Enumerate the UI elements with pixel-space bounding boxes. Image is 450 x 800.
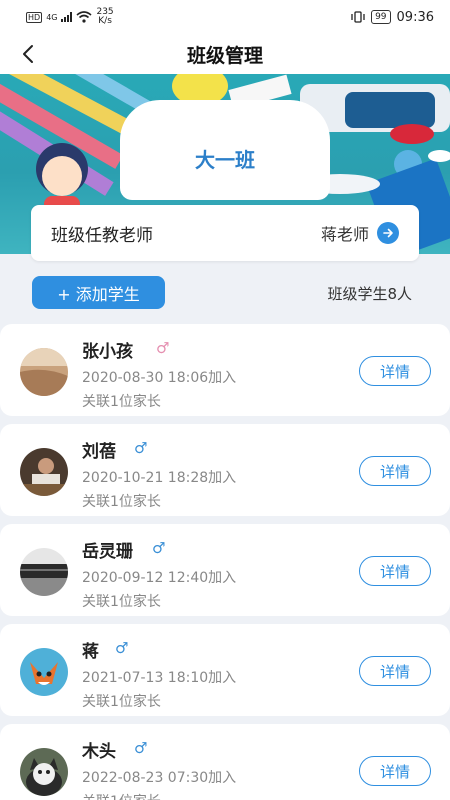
clock: 09:36 [396,9,434,25]
join-date: 2020-10-21 18:28加入 [82,470,237,486]
status-left: HD 4G 235 K/s [26,8,114,26]
net-speed-unit: K/s [98,16,112,26]
nav-bar: 班级管理 [0,34,450,74]
detail-button[interactable]: 详情 [359,656,431,686]
teacher-name: 蒋老师 [320,225,369,244]
detail-button[interactable]: 详情 [359,556,431,586]
join-date: 2021-07-13 18:10加入 [82,670,237,686]
student-name: 张小孩 [82,342,133,362]
battery-icon: 99 [371,10,391,24]
student-card[interactable]: 张小孩 ♂ 2020-08-30 18:06加入 关联1位家长 详情 [0,324,450,416]
signal-icon [61,12,73,22]
student-card[interactable]: 蒋 ♂ 2021-07-13 18:10加入 关联1位家长 详情 [0,624,450,716]
student-count: 班级学生8人 [327,285,412,303]
network-type: 4G [46,12,58,22]
arrow-right-icon[interactable] [377,222,399,244]
teacher-card[interactable]: 班级任教老师 蒋老师 [31,205,419,261]
hd-badge: HD [26,11,43,23]
back-button[interactable] [14,40,42,68]
gender-icon: ♂ [134,439,148,457]
parent-count: 关联1位家长 [82,594,161,610]
chevron-left-icon [23,45,33,63]
wifi-icon [76,11,93,23]
people-dining-photo-icon [20,448,68,496]
join-date: 2020-09-12 12:40加入 [82,570,237,586]
class-name: 大一班 [195,148,255,172]
vibrate-icon [351,11,365,23]
student-name: 木头 [82,742,116,762]
student-name: 刘蓓 [82,442,116,462]
add-student-button[interactable]: + 添加学生 [32,276,165,309]
teacher-label: 班级任教老师 [51,225,153,246]
gender-icon: ♂ [134,739,148,757]
student-card[interactable]: 木头 ♂ 2022-08-23 07:30加入 关联1位家长 详情 [0,724,450,800]
join-date: 2020-08-30 18:06加入 [82,370,237,386]
join-date: 2022-08-23 07:30加入 [82,770,237,786]
parent-count: 关联1位家长 [82,791,161,800]
net-speed: 235 K/s [96,8,113,26]
detail-button[interactable]: 详情 [359,756,431,786]
wood-table-photo-icon [20,348,68,396]
page-title: 班级管理 [186,44,263,67]
parent-count: 关联1位家长 [82,494,161,510]
detail-button[interactable]: 详情 [359,356,431,386]
student-card[interactable]: 岳灵珊 ♂ 2020-09-12 12:40加入 关联1位家长 详情 [0,524,450,616]
gender-icon: ♂ [115,639,129,657]
fox-cartoon-avatar-icon [20,648,68,696]
parent-count: 关联1位家长 [82,694,161,710]
status-right: 99 09:36 [351,10,434,25]
student-card[interactable]: 刘蓓 ♂ 2020-10-21 18:28加入 关联1位家长 详情 [0,424,450,516]
gender-icon: ♂ [152,539,166,557]
gender-icon: ♂ [156,339,170,357]
student-name: 岳灵珊 [82,542,133,562]
detail-button[interactable]: 详情 [359,456,431,486]
status-bar: HD 4G 235 K/s 99 09:36 [0,0,450,34]
building-photo-icon [20,548,68,596]
student-name: 蒋 [82,642,99,662]
cat-photo-icon [20,748,68,796]
parent-count: 关联1位家长 [82,394,161,410]
